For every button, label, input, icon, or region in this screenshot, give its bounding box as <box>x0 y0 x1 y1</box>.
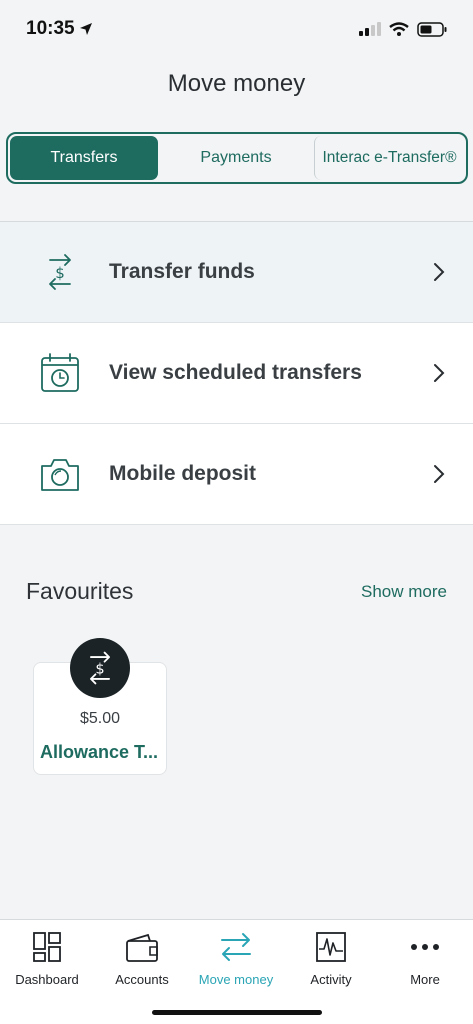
segmented-control: Transfers Payments Interac e-Transfer® <box>6 132 468 184</box>
list-item-transfer-funds[interactable]: $ Transfer funds <box>0 222 473 323</box>
tab-dashboard[interactable]: Dashboard <box>0 928 94 987</box>
home-indicator <box>152 1010 322 1015</box>
transfer-dollar-icon: $ <box>49 254 71 290</box>
tab-transfers[interactable]: Transfers <box>10 136 158 180</box>
tab-label: Accounts <box>115 972 169 987</box>
dashboard-grid-icon <box>33 932 61 962</box>
activity-chart-icon <box>316 932 346 962</box>
status-time: 10:35 <box>26 18 93 40</box>
location-arrow-icon <box>79 23 92 35</box>
transfer-arrows-icon <box>221 933 251 961</box>
signal-icon <box>359 22 381 36</box>
page-title: Move money <box>167 70 306 97</box>
chevron-right-icon <box>434 263 445 281</box>
list-item-label: Mobile deposit <box>109 462 256 485</box>
list-item-view-scheduled-transfers[interactable]: View scheduled transfers <box>0 323 473 424</box>
tab-move-money[interactable]: Move money <box>189 928 283 987</box>
transfer-dollar-icon: $ <box>90 651 110 685</box>
wallet-icon <box>126 933 158 962</box>
tab-label: Dashboard <box>15 972 79 987</box>
show-more-link[interactable]: Show more <box>361 582 447 602</box>
favourite-name: Allowance T... <box>40 742 159 762</box>
tab-label: More <box>410 972 440 987</box>
chevron-right-icon <box>434 364 445 382</box>
wifi-icon <box>389 22 409 36</box>
move-money-options: $ Transfer funds View scheduled transfer… <box>0 222 473 525</box>
tab-accounts[interactable]: Accounts <box>95 928 189 987</box>
camera-icon <box>41 459 79 491</box>
bottom-tab-bar: Dashboard Accounts Move money Activity M… <box>0 919 473 1024</box>
chevron-right-icon <box>434 465 445 483</box>
list-item-label: Transfer funds <box>109 260 255 283</box>
calendar-clock-icon <box>41 353 79 392</box>
status-bar: 10:35 <box>0 0 473 62</box>
battery-icon <box>417 21 447 37</box>
tab-label: Move money <box>198 972 274 987</box>
favourite-amount: $5.00 <box>79 710 121 727</box>
status-time-text: 10:35 <box>26 18 75 39</box>
tab-label: Activity <box>310 972 352 987</box>
favourite-badge: $ <box>70 638 130 698</box>
tab-payments[interactable]: Payments <box>158 136 314 180</box>
tab-interac-etransfer[interactable]: Interac e-Transfer® <box>314 136 464 180</box>
list-item-label: View scheduled transfers <box>109 361 362 384</box>
list-item-mobile-deposit[interactable]: Mobile deposit <box>0 424 473 525</box>
favourites-title: Favourites <box>26 578 134 604</box>
tab-more[interactable]: More <box>378 928 472 987</box>
svg-text:$: $ <box>95 661 104 677</box>
more-dots-icon <box>411 944 439 950</box>
svg-text:$: $ <box>55 264 65 282</box>
status-icons <box>359 21 447 37</box>
tab-activity[interactable]: Activity <box>284 928 378 987</box>
